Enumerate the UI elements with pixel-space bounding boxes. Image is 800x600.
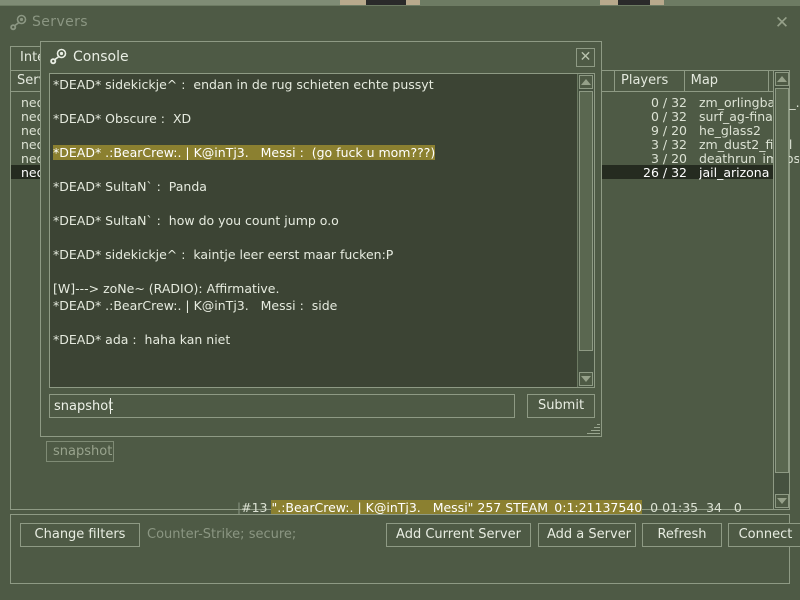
column-header-map[interactable]: Map (684, 71, 770, 92)
add-current-server-button[interactable]: Add Current Server (386, 523, 531, 547)
resize-grip-icon[interactable] (586, 421, 600, 435)
console-line: *DEAD* Obscure : XD (53, 111, 192, 126)
close-icon[interactable]: ✕ (576, 48, 595, 67)
console-line-highlighted: *DEAD* .:BearCrew:. | K@inTj3. Messi : (… (53, 145, 436, 160)
cell-players: 9 / 20 (650, 123, 687, 138)
change-filters-button[interactable]: Change filters (20, 523, 140, 547)
text-caret (110, 398, 111, 414)
status-line-highlighted: ".:BearCrew:. | K@inTj3. Messi" 257 STEA… (271, 500, 643, 515)
submit-button[interactable]: Submit (527, 394, 595, 418)
console-line: *DEAD* ada : haha kan niet (53, 332, 231, 347)
cell-players: 26 / 32 (643, 165, 687, 180)
scroll-up-arrow-icon[interactable] (579, 75, 593, 89)
autocomplete-item[interactable]: snapshot (53, 444, 112, 459)
console-dialog: Console ✕ *DEAD* sidekickje^ : endan in … (40, 41, 602, 437)
status-line-suffix: 0 01:35 34 0 (642, 500, 742, 515)
scroll-down-arrow-icon[interactable] (775, 494, 789, 508)
cell-players: 0 / 32 (650, 109, 687, 124)
console-line: *DEAD* SultaN` : how do you count jump o… (53, 213, 339, 228)
cell-players: 3 / 20 (650, 151, 687, 166)
add-a-server-button[interactable]: Add a Server (538, 523, 636, 547)
column-header-players[interactable]: Players (615, 71, 685, 92)
status-line-prefix: #13 (241, 500, 272, 515)
console-input-row: Submit (49, 394, 595, 418)
console-titlebar[interactable]: Console ✕ (41, 42, 601, 72)
console-line: [W]---> zoNe~ (RADIO): Affirmative. (53, 281, 280, 296)
console-scroll-thumb[interactable] (579, 91, 593, 351)
console-line: *DEAD* SultaN` : Panda (53, 179, 207, 194)
cell-players: 3 / 32 (650, 137, 687, 152)
console-line: *DEAD* .:BearCrew:. | K@inTj3. Messi : s… (53, 298, 338, 313)
console-command-input[interactable] (49, 394, 515, 418)
console-log-lines: *DEAD* sidekickje^ : endan in de rug sch… (53, 76, 576, 348)
bottom-toolbar: Change filters Counter-Strike; secure; A… (10, 514, 800, 584)
filter-description: Counter-Strike; secure; (147, 527, 297, 542)
server-list-scroll-thumb[interactable] (775, 88, 789, 473)
cell-players: 0 / 32 (650, 95, 687, 110)
console-line: *DEAD* .:BearCrew:. | K@inTj3. Messi : (… (53, 144, 576, 161)
server-list-scrollbar[interactable] (773, 71, 789, 509)
console-dialog-title: Console (73, 49, 129, 65)
console-scrollbar[interactable] (577, 74, 594, 387)
refresh-button[interactable]: Refresh (642, 523, 722, 547)
console-line: *DEAD* sidekickje^ : endan in de rug sch… (53, 77, 434, 92)
close-icon[interactable]: ✕ (772, 13, 792, 33)
console-line: *DEAD* sidekickje^ : kaintje leer eerst … (53, 247, 394, 262)
steam-logo-icon (50, 48, 68, 66)
connect-button[interactable]: Connect (728, 523, 800, 547)
scroll-down-arrow-icon[interactable] (579, 372, 593, 386)
servers-titlebar[interactable]: Servers ✕ (0, 6, 800, 40)
autocomplete-suggestion-list[interactable]: snapshot (46, 441, 114, 462)
steam-logo-icon (10, 14, 28, 32)
console-output-area[interactable]: *DEAD* sidekickje^ : endan in de rug sch… (49, 73, 595, 388)
scroll-up-arrow-icon[interactable] (775, 72, 789, 86)
servers-window-title: Servers (32, 14, 89, 30)
